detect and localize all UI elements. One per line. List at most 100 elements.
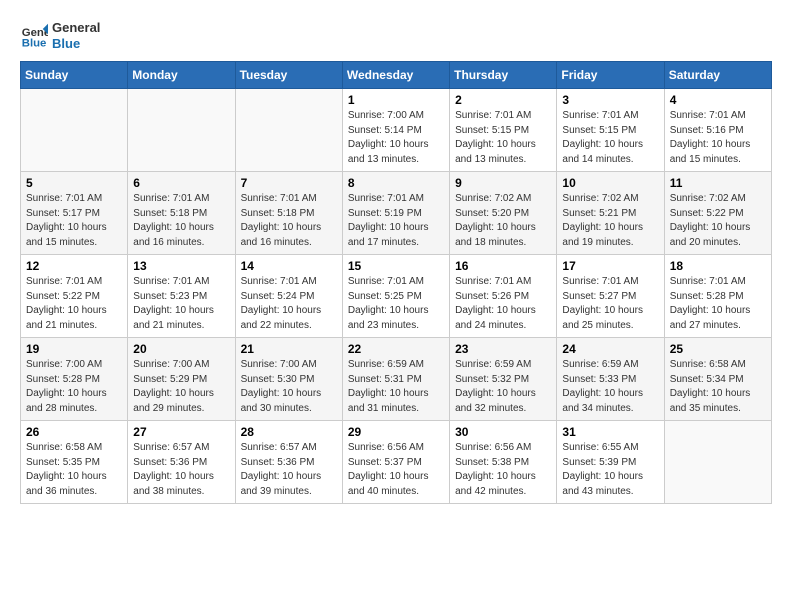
day-detail: Sunrise: 7:01 AM Sunset: 5:15 PM Dayligh… xyxy=(562,109,658,167)
day-number: 7 xyxy=(241,176,337,190)
day-number: 23 xyxy=(455,342,551,356)
calendar-cell: 5 Sunrise: 7:01 AM Sunset: 5:17 PM Daylig… xyxy=(21,172,128,255)
logo-icon: General Blue xyxy=(20,22,48,50)
calendar-cell: 26Sunrise: 6:58 AM Sunset: 5:35 PM Dayli… xyxy=(21,421,128,504)
day-number: 24 xyxy=(562,342,658,356)
day-detail: Sunrise: 6:59 AM Sunset: 5:33 PM Dayligh… xyxy=(562,358,658,416)
calendar-cell: 28 Sunrise: 6:57 AM Sunset: 5:36 PM Dayli… xyxy=(235,421,342,504)
day-number: 31 xyxy=(562,425,658,439)
day-detail: Sunrise: 6:55 AM Sunset: 5:39 PM Dayligh… xyxy=(562,441,658,499)
weekday-header-tuesday: Tuesday xyxy=(235,62,342,89)
calendar-cell: 4 Sunrise: 7:01 AM Sunset: 5:16 PM Daylig… xyxy=(664,89,771,172)
calendar-cell: 22 Sunrise: 6:59 AM Sunset: 5:31 PM Dayli… xyxy=(342,338,449,421)
day-number: 20 xyxy=(133,342,229,356)
calendar-cell: 24 Sunrise: 6:59 AM Sunset: 5:33 PM Dayli… xyxy=(557,338,664,421)
calendar-cell: 11 Sunrise: 7:02 AM Sunset: 5:22 PM Dayli… xyxy=(664,172,771,255)
calendar-cell: 23Sunrise: 6:59 AM Sunset: 5:32 PM Dayli… xyxy=(450,338,557,421)
svg-text:Blue: Blue xyxy=(22,37,47,49)
calendar-cell: 2 Sunrise: 7:01 AM Sunset: 5:15 PM Daylig… xyxy=(450,89,557,172)
day-number: 2 xyxy=(455,93,551,107)
week-row-2: 5 Sunrise: 7:01 AM Sunset: 5:17 PM Daylig… xyxy=(21,172,772,255)
day-number: 22 xyxy=(348,342,444,356)
day-detail: Sunrise: 7:01 AM Sunset: 5:17 PM Dayligh… xyxy=(26,192,122,250)
day-number: 27 xyxy=(133,425,229,439)
day-detail: Sunrise: 7:01 AM Sunset: 5:18 PM Dayligh… xyxy=(241,192,337,250)
weekday-row: SundayMondayTuesdayWednesdayThursdayFrid… xyxy=(21,62,772,89)
day-detail: Sunrise: 7:01 AM Sunset: 5:24 PM Dayligh… xyxy=(241,275,337,333)
day-number: 28 xyxy=(241,425,337,439)
day-number: 1 xyxy=(348,93,444,107)
week-row-4: 19 Sunrise: 7:00 AM Sunset: 5:28 PM Dayli… xyxy=(21,338,772,421)
day-number: 11 xyxy=(670,176,766,190)
day-number: 4 xyxy=(670,93,766,107)
day-detail: Sunrise: 7:00 AM Sunset: 5:28 PM Dayligh… xyxy=(26,358,122,416)
day-detail: Sunrise: 7:00 AM Sunset: 5:30 PM Dayligh… xyxy=(241,358,337,416)
logo-text: General Blue xyxy=(52,20,100,51)
day-number: 25 xyxy=(670,342,766,356)
calendar-cell: 15 Sunrise: 7:01 AM Sunset: 5:25 PM Dayli… xyxy=(342,255,449,338)
day-number: 17 xyxy=(562,259,658,273)
calendar-cell: 1Sunrise: 7:00 AM Sunset: 5:14 PM Daylig… xyxy=(342,89,449,172)
calendar-body: 1Sunrise: 7:00 AM Sunset: 5:14 PM Daylig… xyxy=(21,89,772,504)
calendar-cell: 12Sunrise: 7:01 AM Sunset: 5:22 PM Dayli… xyxy=(21,255,128,338)
day-number: 15 xyxy=(348,259,444,273)
day-detail: Sunrise: 7:00 AM Sunset: 5:29 PM Dayligh… xyxy=(133,358,229,416)
day-number: 14 xyxy=(241,259,337,273)
day-number: 26 xyxy=(26,425,122,439)
calendar-cell: 17 Sunrise: 7:01 AM Sunset: 5:27 PM Dayli… xyxy=(557,255,664,338)
calendar-cell: 29 Sunrise: 6:56 AM Sunset: 5:37 PM Dayli… xyxy=(342,421,449,504)
weekday-header-saturday: Saturday xyxy=(664,62,771,89)
week-row-3: 12Sunrise: 7:01 AM Sunset: 5:22 PM Dayli… xyxy=(21,255,772,338)
day-detail: Sunrise: 6:56 AM Sunset: 5:37 PM Dayligh… xyxy=(348,441,444,499)
day-detail: Sunrise: 7:01 AM Sunset: 5:16 PM Dayligh… xyxy=(670,109,766,167)
day-number: 9 xyxy=(455,176,551,190)
calendar-table: SundayMondayTuesdayWednesdayThursdayFrid… xyxy=(20,61,772,504)
day-number: 5 xyxy=(26,176,122,190)
day-number: 6 xyxy=(133,176,229,190)
day-detail: Sunrise: 6:59 AM Sunset: 5:31 PM Dayligh… xyxy=(348,358,444,416)
calendar-cell: 16Sunrise: 7:01 AM Sunset: 5:26 PM Dayli… xyxy=(450,255,557,338)
day-number: 13 xyxy=(133,259,229,273)
day-number: 10 xyxy=(562,176,658,190)
day-number: 16 xyxy=(455,259,551,273)
day-number: 3 xyxy=(562,93,658,107)
calendar-header: SundayMondayTuesdayWednesdayThursdayFrid… xyxy=(21,62,772,89)
day-detail: Sunrise: 6:58 AM Sunset: 5:34 PM Dayligh… xyxy=(670,358,766,416)
calendar-cell xyxy=(235,89,342,172)
weekday-header-sunday: Sunday xyxy=(21,62,128,89)
day-detail: Sunrise: 7:01 AM Sunset: 5:15 PM Dayligh… xyxy=(455,109,551,167)
weekday-header-thursday: Thursday xyxy=(450,62,557,89)
day-detail: Sunrise: 7:01 AM Sunset: 5:28 PM Dayligh… xyxy=(670,275,766,333)
day-detail: Sunrise: 6:57 AM Sunset: 5:36 PM Dayligh… xyxy=(241,441,337,499)
weekday-header-wednesday: Wednesday xyxy=(342,62,449,89)
day-detail: Sunrise: 7:01 AM Sunset: 5:23 PM Dayligh… xyxy=(133,275,229,333)
day-detail: Sunrise: 7:02 AM Sunset: 5:20 PM Dayligh… xyxy=(455,192,551,250)
logo: General Blue General Blue xyxy=(20,20,100,51)
week-row-1: 1Sunrise: 7:00 AM Sunset: 5:14 PM Daylig… xyxy=(21,89,772,172)
day-detail: Sunrise: 7:02 AM Sunset: 5:21 PM Dayligh… xyxy=(562,192,658,250)
day-number: 29 xyxy=(348,425,444,439)
day-number: 8 xyxy=(348,176,444,190)
day-detail: Sunrise: 7:01 AM Sunset: 5:18 PM Dayligh… xyxy=(133,192,229,250)
day-detail: Sunrise: 7:02 AM Sunset: 5:22 PM Dayligh… xyxy=(670,192,766,250)
day-detail: Sunrise: 7:01 AM Sunset: 5:22 PM Dayligh… xyxy=(26,275,122,333)
week-row-5: 26Sunrise: 6:58 AM Sunset: 5:35 PM Dayli… xyxy=(21,421,772,504)
calendar-cell: 31 Sunrise: 6:55 AM Sunset: 5:39 PM Dayli… xyxy=(557,421,664,504)
day-detail: Sunrise: 7:01 AM Sunset: 5:27 PM Dayligh… xyxy=(562,275,658,333)
day-detail: Sunrise: 7:01 AM Sunset: 5:25 PM Dayligh… xyxy=(348,275,444,333)
day-number: 19 xyxy=(26,342,122,356)
day-number: 21 xyxy=(241,342,337,356)
weekday-header-monday: Monday xyxy=(128,62,235,89)
calendar-cell xyxy=(128,89,235,172)
calendar-cell: 6 Sunrise: 7:01 AM Sunset: 5:18 PM Daylig… xyxy=(128,172,235,255)
calendar-cell xyxy=(664,421,771,504)
day-detail: Sunrise: 6:57 AM Sunset: 5:36 PM Dayligh… xyxy=(133,441,229,499)
calendar-cell: 13 Sunrise: 7:01 AM Sunset: 5:23 PM Dayli… xyxy=(128,255,235,338)
calendar-cell: 20 Sunrise: 7:00 AM Sunset: 5:29 PM Dayli… xyxy=(128,338,235,421)
weekday-header-friday: Friday xyxy=(557,62,664,89)
calendar-cell: 27 Sunrise: 6:57 AM Sunset: 5:36 PM Dayli… xyxy=(128,421,235,504)
calendar-cell xyxy=(21,89,128,172)
day-number: 30 xyxy=(455,425,551,439)
calendar-cell: 18Sunrise: 7:01 AM Sunset: 5:28 PM Dayli… xyxy=(664,255,771,338)
calendar-cell: 7 Sunrise: 7:01 AM Sunset: 5:18 PM Daylig… xyxy=(235,172,342,255)
